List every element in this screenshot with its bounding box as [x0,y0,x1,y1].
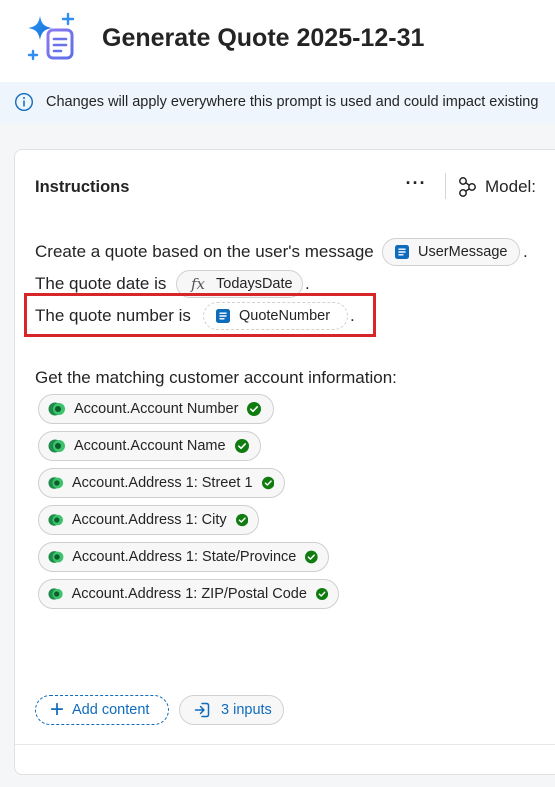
dataverse-icon [48,514,64,526]
info-icon [14,92,34,112]
add-content-button[interactable]: + Add content [35,695,169,725]
add-content-label: Add content [72,702,150,718]
sparkle-document-icon [27,12,75,61]
dataverse-icon [48,588,63,600]
checkmark-icon [305,550,318,564]
account-intro: Get the matching customer account inform… [35,368,397,387]
checkmark-icon [234,439,249,453]
instruction-line-1: Create a quote based on the user's messa… [35,242,374,261]
instructions-title: Instructions [35,178,130,196]
period: . [523,242,528,261]
plus-icon: + [50,696,65,723]
text-variable-icon [395,245,409,259]
input-arrow-icon [194,702,210,718]
inputs-label: 3 inputs [221,702,272,718]
formula-icon: fx [191,275,206,293]
dataverse-icon [48,477,64,489]
divider [445,173,446,199]
dataverse-icon [48,551,64,563]
dataverse-icon [48,402,65,416]
account-field-label: Account.Address 1: ZIP/Postal Code [71,586,307,602]
usermessage-variable-chip[interactable]: UserMessage [382,238,520,266]
account-field-chip[interactable]: Account.Address 1: State/Province [38,542,329,572]
account-field-label: Account.Account Number [74,401,239,417]
page-title: Generate Quote 2025-12-31 [102,24,425,52]
chip-label: UserMessage [418,244,508,260]
account-field-chip[interactable]: Account.Account Name [38,431,261,461]
period: . [305,274,310,293]
model-icon [459,177,476,197]
checkmark-icon [315,587,328,601]
more-options-button[interactable]: ··· [404,174,428,198]
account-field-label: Account.Address 1: Street 1 [72,475,253,491]
inputs-button[interactable]: 3 inputs [179,695,284,725]
account-field-chip[interactable]: Account.Account Number [38,394,274,424]
account-field-label: Account.Address 1: City [71,512,227,528]
account-field-label: Account.Address 1: State/Province [72,549,297,565]
chip-label: TodaysDate [216,276,293,292]
account-field-label: Account.Account Name [74,438,226,454]
account-field-chip[interactable]: Account.Address 1: ZIP/Postal Code [38,579,339,609]
header: Generate Quote 2025-12-31 [0,0,555,82]
checkmark-icon [247,402,262,416]
highlight-annotation [24,293,376,337]
instruction-line-2: The quote date is [35,274,167,293]
card-footer-divider [15,744,555,745]
checkmark-icon [261,476,274,490]
dataverse-icon [48,439,65,453]
account-field-chip[interactable]: Account.Address 1: Street 1 [38,468,285,498]
account-field-chip[interactable]: Account.Address 1: City [38,505,259,535]
checkmark-icon [235,513,248,527]
info-banner-text: Changes will apply everywhere this promp… [46,94,539,110]
model-label: Model: [485,177,537,196]
model-button[interactable]: Model: [456,174,536,200]
